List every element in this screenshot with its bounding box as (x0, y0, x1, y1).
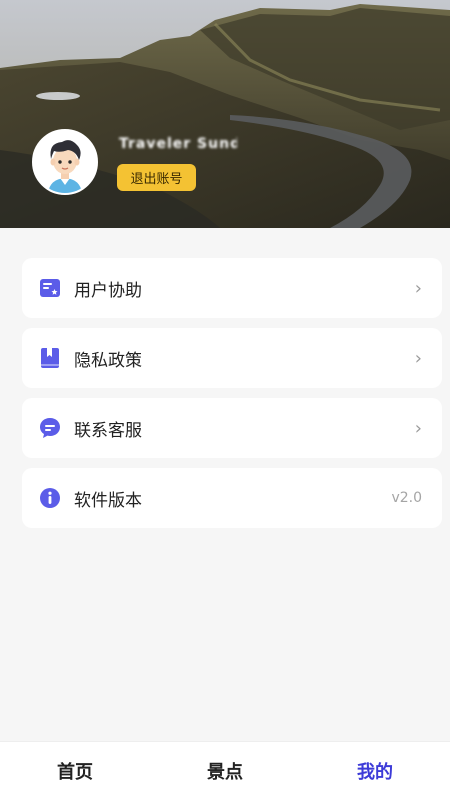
menu-item-label: 联系客服 (74, 420, 142, 441)
menu-item-app-version[interactable]: 软件版本 v2.0 (22, 468, 442, 528)
avatar[interactable] (32, 129, 98, 195)
profile-page: Traveler Sunde 退出账号 用户协助 › (0, 0, 450, 800)
chevron-right-icon: › (414, 417, 422, 439)
tab-mine[interactable]: 我的 (300, 742, 450, 800)
chat-bubble-icon (39, 417, 61, 439)
logout-button[interactable]: 退出账号 (117, 164, 196, 191)
bottom-tab-bar: 首页 景点 我的 (0, 741, 450, 800)
tab-home[interactable]: 首页 (0, 742, 150, 800)
menu-item-user-assist[interactable]: 用户协助 › (22, 258, 442, 318)
menu-item-label: 软件版本 (74, 490, 142, 511)
header-banner: Traveler Sunde 退出账号 (0, 0, 450, 228)
menu-item-label: 隐私政策 (74, 350, 142, 371)
chevron-right-icon: › (414, 347, 422, 369)
settings-menu: 用户协助 › 隐私政策 › 联系客服 › 软件版本 v2.0 (22, 258, 442, 538)
username: Traveler Sunde (119, 136, 237, 152)
doc-star-icon (39, 277, 61, 299)
chevron-right-icon: › (414, 277, 422, 299)
bookmark-book-icon (39, 347, 61, 369)
tab-attractions[interactable]: 景点 (150, 742, 300, 800)
menu-item-label: 用户协助 (74, 280, 142, 301)
cartoon-boy-avatar-icon (34, 131, 96, 193)
info-icon (39, 487, 61, 509)
menu-item-privacy-policy[interactable]: 隐私政策 › (22, 328, 442, 388)
version-value: v2.0 (391, 490, 422, 506)
menu-item-contact-support[interactable]: 联系客服 › (22, 398, 442, 458)
